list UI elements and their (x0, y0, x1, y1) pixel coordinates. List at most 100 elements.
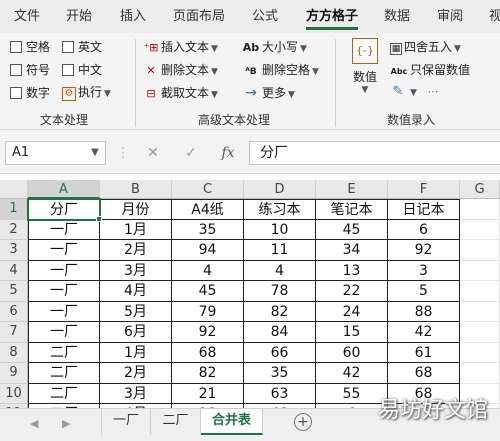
table-cell[interactable]: 2月 (100, 240, 172, 261)
table-cell[interactable]: 84 (244, 322, 316, 343)
table-header-cell[interactable]: A4纸 (172, 199, 244, 220)
more-button[interactable]: → 更多 ▼ (242, 84, 295, 101)
keep-value-button[interactable]: Abc 只保留数值 (390, 61, 470, 78)
table-cell[interactable]: 6 (388, 219, 460, 240)
row-header[interactable]: 5 (0, 281, 28, 302)
table-cell[interactable]: 4 (244, 260, 316, 281)
insert-text-button[interactable]: ⁺⊞ 插入文本 ▼ (143, 38, 217, 55)
table-cell[interactable]: 一厂 (28, 219, 100, 240)
table-cell[interactable]: 45 (172, 281, 244, 302)
checkbox-box[interactable] (10, 64, 22, 76)
table-cell[interactable]: 3月 (100, 260, 172, 281)
table-cell[interactable] (460, 342, 500, 363)
table-cell[interactable]: 61 (388, 342, 460, 363)
table-cell[interactable]: 42 (388, 322, 460, 343)
namebox-dropdown-icon[interactable]: ▼ (88, 142, 102, 164)
table-cell[interactable] (460, 199, 500, 220)
table-cell[interactable]: 5 (388, 281, 460, 302)
table-cell[interactable] (460, 281, 500, 302)
table-cell[interactable]: 二厂 (28, 342, 100, 363)
insert-function-icon[interactable]: fx (216, 142, 240, 164)
tab-fangfang-gezi[interactable]: 方方格子 (306, 0, 359, 33)
table-header-cell[interactable]: 月份 (100, 199, 172, 220)
execute-button[interactable]: ⚙ 执行 ▼ (62, 83, 111, 101)
delete-text-button[interactable]: ✕ 删除文本 ▼ (143, 61, 218, 78)
table-cell[interactable] (460, 301, 500, 322)
next-sheet-icon[interactable]: ▶ (62, 417, 70, 430)
checkbox-box[interactable] (10, 87, 22, 99)
value-tool-button[interactable]: ✎ ▼ ⋯ (390, 84, 443, 99)
table-cell[interactable]: 92 (388, 240, 460, 261)
checkbox-box[interactable] (62, 41, 74, 53)
table-cell[interactable]: 4 (172, 260, 244, 281)
column-header-e[interactable]: E (316, 180, 388, 199)
column-header-a[interactable]: A (28, 180, 100, 199)
table-header-cell[interactable]: 分厂 (28, 199, 100, 220)
table-cell[interactable]: 82 (244, 301, 316, 322)
table-cell[interactable]: 一厂 (28, 301, 100, 322)
tab-file[interactable]: 文件 (14, 0, 40, 33)
table-header-cell[interactable]: 笔记本 (316, 199, 388, 220)
column-header-g[interactable]: G (460, 180, 500, 199)
sheet-tab-factory-2[interactable]: 二厂 (151, 409, 201, 435)
tab-formulas[interactable]: 公式 (252, 0, 278, 33)
table-cell[interactable]: 一厂 (28, 260, 100, 281)
table-cell[interactable]: 21 (172, 383, 244, 404)
table-cell[interactable]: 一厂 (28, 322, 100, 343)
column-header-d[interactable]: D (244, 180, 316, 199)
table-header-cell[interactable]: 日记本 (388, 199, 460, 220)
fill-handle[interactable] (96, 215, 102, 222)
table-cell[interactable]: 6月 (100, 322, 172, 343)
table-cell[interactable]: 3 (388, 260, 460, 281)
table-cell[interactable]: 82 (172, 363, 244, 384)
drag-handle-icon[interactable]: ⋮ (116, 142, 130, 164)
case-button[interactable]: Ab 大小写 ▼ (242, 38, 307, 55)
table-cell[interactable]: 1月 (100, 342, 172, 363)
table-cell[interactable]: 13 (316, 260, 388, 281)
cancel-icon[interactable]: ✕ (142, 142, 164, 164)
formula-input[interactable]: 分厂 (249, 141, 500, 165)
round-button[interactable]: ▦ 四舍五入 ▼ (390, 38, 461, 55)
table-cell[interactable]: 35 (244, 363, 316, 384)
table-cell[interactable]: 二厂 (28, 383, 100, 404)
sheet-tab-merged[interactable]: 合并表 (201, 409, 263, 435)
table-cell[interactable]: 4月 (100, 281, 172, 302)
table-cell[interactable]: 78 (244, 281, 316, 302)
table-cell[interactable]: 2月 (100, 363, 172, 384)
table-cell[interactable]: 二厂 (28, 363, 100, 384)
checkbox-english[interactable]: 英文 (62, 38, 102, 55)
extract-text-button[interactable]: ⊟ 截取文本 ▼ (143, 84, 218, 101)
tab-view[interactable]: 视 (489, 0, 500, 33)
table-cell[interactable]: 15 (316, 322, 388, 343)
table-cell[interactable]: 34 (316, 240, 388, 261)
table-cell[interactable]: 24 (316, 301, 388, 322)
table-cell[interactable]: 68 (172, 342, 244, 363)
row-header[interactable]: 4 (0, 260, 28, 281)
table-cell[interactable]: 79 (172, 301, 244, 322)
table-cell[interactable]: 一厂 (28, 240, 100, 261)
tab-data[interactable]: 数据 (384, 0, 410, 33)
table-cell[interactable] (460, 260, 500, 281)
table-cell[interactable]: 一厂 (28, 281, 100, 302)
checkbox-space[interactable]: 空格 (10, 38, 50, 55)
column-header-c[interactable]: C (172, 180, 244, 199)
row-header[interactable]: 7 (0, 322, 28, 343)
table-cell[interactable]: 45 (316, 219, 388, 240)
row-header[interactable]: 1 (0, 199, 28, 220)
row-header[interactable]: 10 (0, 383, 28, 404)
row-header[interactable]: 2 (0, 219, 28, 240)
column-header-f[interactable]: F (388, 180, 460, 199)
sheet-tab-factory-1[interactable]: 一厂 (101, 409, 151, 435)
tab-insert[interactable]: 插入 (120, 0, 146, 33)
tab-page-layout[interactable]: 页面布局 (173, 0, 225, 33)
confirm-icon[interactable]: ✓ (180, 142, 202, 164)
table-cell[interactable]: 94 (172, 240, 244, 261)
tab-review[interactable]: 审阅 (437, 0, 463, 33)
table-cell[interactable]: 22 (316, 281, 388, 302)
row-header[interactable]: 8 (0, 342, 28, 363)
checkbox-box[interactable] (10, 41, 22, 53)
table-cell[interactable]: 35 (172, 219, 244, 240)
row-header[interactable]: 6 (0, 301, 28, 322)
table-cell[interactable]: 11 (244, 240, 316, 261)
table-cell[interactable] (460, 240, 500, 261)
